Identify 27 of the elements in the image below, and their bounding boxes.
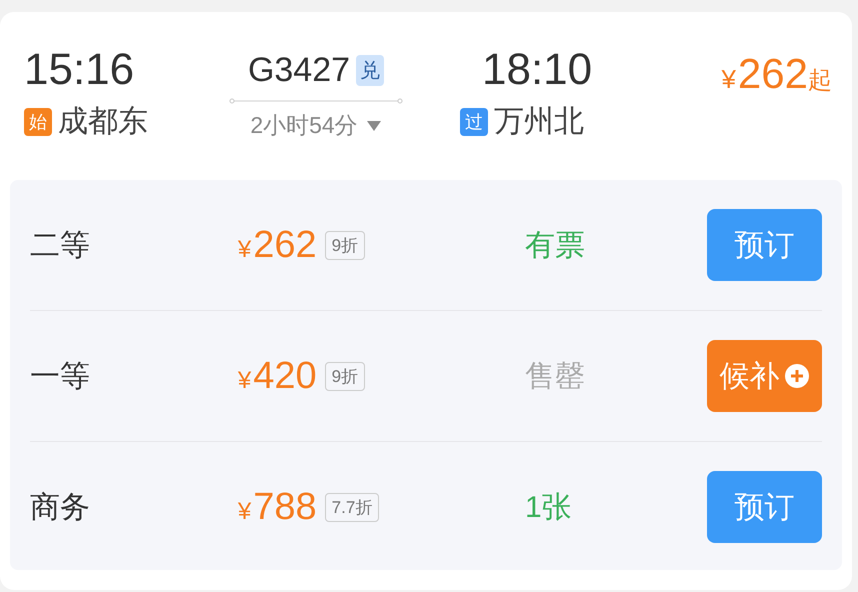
availability: 有票 [525,228,586,264]
train-number: G3427 [248,50,350,91]
duration-toggle[interactable]: 2小时54分 [250,110,382,141]
pass-badge: 过 [460,108,488,136]
seat-price: ¥262 [238,224,317,266]
seat-class: 商务 [30,490,91,526]
seat-class: 一等 [30,358,91,394]
plus-icon [784,363,810,389]
availability: 1张 [525,490,573,526]
origin-badge: 始 [24,108,52,136]
availability: 售罄 [525,358,586,394]
caret-icon [366,120,382,132]
seat-class: 二等 [30,228,91,264]
discount-tag: 7.7折 [324,492,380,522]
seat-price: ¥420 [238,354,317,398]
book-button[interactable]: 预订 [707,471,822,543]
arrival-time: 18:10 [482,44,594,96]
seat-price: ¥788 [238,486,317,528]
train-tag: 兑 [356,54,384,86]
lowest-price: ¥262起 [721,49,832,99]
discount-tag: 9折 [324,230,366,260]
arrival-station: 万州北 [494,104,584,140]
discount-tag: 9折 [324,362,366,390]
book-button[interactable]: 预订 [707,209,822,281]
departure-time: 15:16 [24,44,136,96]
departure-station: 成都东 [58,104,148,140]
waitlist-button[interactable]: 候补 [707,340,822,412]
